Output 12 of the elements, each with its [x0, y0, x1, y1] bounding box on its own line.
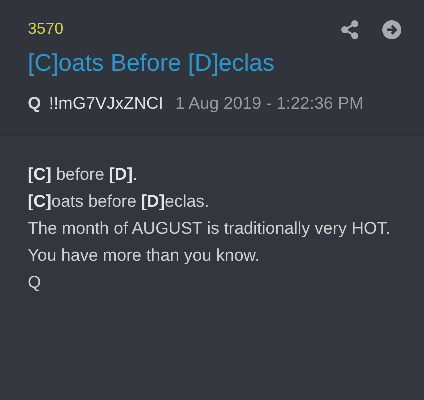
post-text-line: The month of AUGUST is traditionally very HOT.	[28, 218, 392, 240]
post-number: 3570	[28, 21, 64, 39]
post-timestamp: 1 Aug 2019 - 1:22:36 PM	[176, 93, 365, 115]
post-text-line: [C] before [D].	[28, 164, 139, 186]
post-text-line: You have more than you know.	[28, 245, 261, 267]
arrow-right-icon[interactable]	[382, 20, 402, 40]
post-title[interactable]: [C]oats Before [D]eclas	[28, 50, 402, 78]
post-text-line: Q	[28, 272, 42, 294]
tripcode: !!mG7VJxZNCI	[49, 93, 164, 115]
post-text-line: [C]oats before [D]eclas.	[28, 191, 210, 213]
share-icon[interactable]	[340, 20, 360, 40]
author-name: Q	[28, 93, 42, 115]
